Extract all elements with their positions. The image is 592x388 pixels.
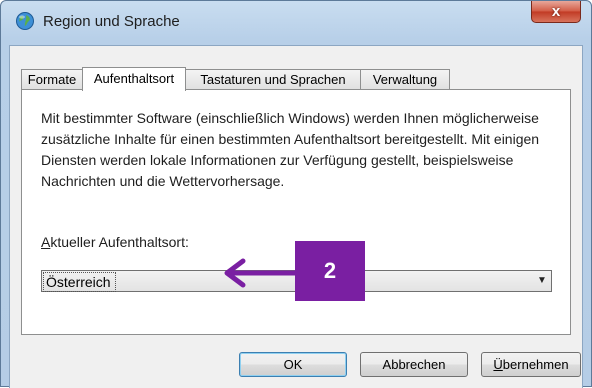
tab-formate[interactable]: Formate: [21, 69, 83, 89]
title-bar[interactable]: Region und Sprache x: [1, 1, 591, 45]
apply-button[interactable]: Übernehmen: [481, 352, 581, 377]
annotation-step-badge: 2: [295, 241, 365, 301]
tab-tastaturen-und-sprachen[interactable]: Tastaturen und Sprachen: [185, 69, 361, 89]
apply-mnemonic: Ü: [493, 357, 503, 372]
location-selected-value: Österreich: [43, 272, 116, 292]
dialog-client-area: Formate Aufenthaltsort Tastaturen und Sp…: [9, 45, 583, 388]
dialog-window: Region und Sprache x Formate Aufenthalts…: [0, 0, 592, 388]
location-description: Mit bestimmter Software (einschließlich …: [41, 110, 540, 189]
ok-button[interactable]: OK: [239, 352, 347, 377]
dropdown-arrow-icon[interactable]: ▼: [533, 271, 551, 291]
label-mnemonic: A: [41, 234, 51, 250]
window-title: Region und Sprache: [43, 13, 180, 30]
tab-verwaltung[interactable]: Verwaltung: [360, 69, 450, 89]
annotation-arrow-icon: [224, 258, 306, 288]
label-text: ktueller Aufenthaltsort:: [50, 234, 189, 250]
close-icon: x: [551, 3, 561, 20]
close-button[interactable]: x: [531, 1, 581, 23]
cancel-button[interactable]: Abbrechen: [360, 352, 468, 377]
globe-icon: [15, 11, 35, 31]
apply-label: bernehmen: [502, 357, 569, 372]
current-location-label: Aktueller Aufenthaltsort:: [41, 234, 189, 250]
tab-aufenthaltsort[interactable]: Aufenthaltsort: [82, 67, 186, 91]
